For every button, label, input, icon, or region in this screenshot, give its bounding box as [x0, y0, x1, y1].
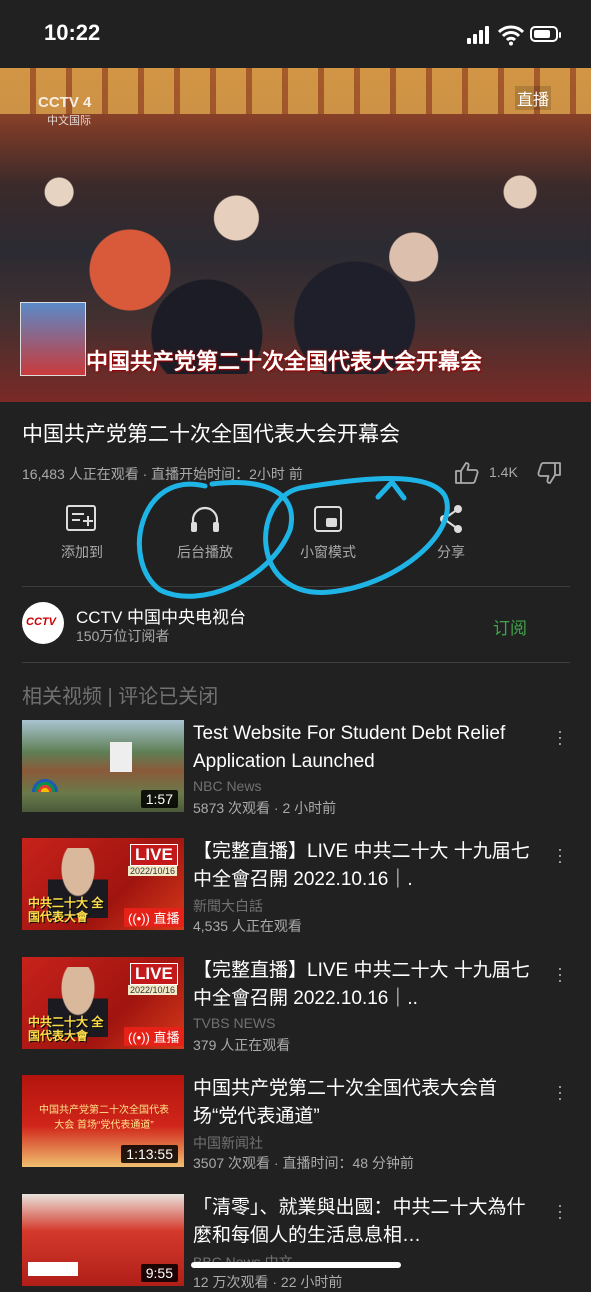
- video-meta: 16,483 人正在观看 · 直播开始时间：2小时 前: [22, 466, 303, 482]
- channel-name[interactable]: CCTV 中国中央电视台: [76, 603, 246, 628]
- channel-watermark-sub: 中文国际: [47, 115, 91, 127]
- add-to-button[interactable]: 添加到: [37, 504, 127, 562]
- related-video-channel: 中国新闻社: [193, 1135, 263, 1151]
- home-indicator[interactable]: [191, 1262, 401, 1268]
- divider: [22, 586, 570, 587]
- related-video-stats: 4,535 人正在观看: [193, 918, 302, 934]
- related-video-title[interactable]: Test Website For Student Debt Relief App…: [193, 720, 538, 776]
- more-options-icon[interactable]: · · ·: [555, 722, 565, 752]
- like-icon[interactable]: [454, 461, 480, 485]
- action-label: 分享: [437, 544, 465, 560]
- status-bar: 10:22: [0, 0, 591, 68]
- divider: [22, 662, 570, 663]
- channel-subscribers: 150万位订阅者: [76, 628, 170, 644]
- channel-watermark: CCTV 4: [38, 94, 92, 111]
- related-video-title[interactable]: 【完整直播】LIVE 中共二十大 十九届七中全會召開 2022.10.16｜..: [193, 957, 538, 1013]
- video-thumbnail[interactable]: LIVE 2022/10/16 中共二十大 全国代表大會 ((•)) 直播: [22, 957, 184, 1049]
- thumbnail-date: 2022/10/16: [128, 985, 178, 995]
- live-chip: ((•)) 直播: [124, 1027, 184, 1046]
- channel-avatar-text: CCTV: [26, 616, 56, 628]
- headphones-icon: [191, 506, 219, 532]
- more-options-icon[interactable]: · · ·: [555, 1077, 565, 1107]
- picture-in-picture-icon: [314, 506, 342, 532]
- related-video-stats: 379 人正在观看: [193, 1037, 291, 1053]
- dislike-icon[interactable]: [536, 461, 562, 485]
- live-badge: 直播: [515, 86, 552, 110]
- action-label: 后台播放: [177, 544, 233, 560]
- video-frame: [0, 114, 591, 374]
- video-thumbnail[interactable]: 中国共产党第二十次全国代表大会 首场“党代表通道” 1:13:55: [22, 1075, 184, 1167]
- related-header: 相关视频 | 评论已关闭: [22, 686, 219, 708]
- sign-language-inset: [20, 302, 86, 376]
- live-label: LIVE: [130, 844, 178, 866]
- subscribe-button[interactable]: 订阅: [493, 614, 527, 639]
- related-video-title[interactable]: 「清零」、就業與出國：中共二十大為什麼和每個人的生活息息相…: [193, 1194, 538, 1250]
- add-to-playlist-icon: [66, 505, 96, 531]
- more-options-icon[interactable]: · · ·: [555, 1196, 565, 1226]
- related-video-channel: NBC News: [193, 778, 262, 794]
- video-thumbnail[interactable]: LIVE 2022/10/16 中共二十大 全国代表大會 ((•)) 直播: [22, 838, 184, 930]
- related-video-item[interactable]: 中国共产党第二十次全国代表大会 首场“党代表通道” 1:13:55 中国共产党第…: [22, 1075, 570, 1171]
- related-video-item[interactable]: LIVE 2022/10/16 中共二十大 全国代表大會 ((•)) 直播 【完…: [22, 838, 570, 934]
- background-play-button[interactable]: 后台播放: [160, 504, 250, 562]
- related-video-item[interactable]: LIVE 2022/10/16 中共二十大 全国代表大會 ((•)) 直播 【完…: [22, 957, 570, 1053]
- share-icon: [440, 505, 462, 533]
- thumbnail-caption: 中国共产党第二十次全国代表大会 首场“党代表通道”: [39, 1105, 169, 1131]
- wifi-icon: [498, 25, 524, 46]
- related-video-stats: 5873 次观看 · 2 小时前: [193, 800, 337, 816]
- live-chip-label: 直播: [153, 911, 180, 926]
- live-chip-label: 直播: [153, 1030, 180, 1045]
- video-duration: 9:55: [140, 1264, 178, 1282]
- thumbnail-caption: 中共二十大 全国代表大會: [28, 896, 104, 924]
- video-duration: 1:57: [140, 790, 178, 808]
- related-video-stats: 3507 次观看 · 直播时间：48 分钟前: [193, 1155, 414, 1171]
- status-time: 10:22: [44, 20, 101, 45]
- video-duration: 1:13:55: [121, 1145, 178, 1163]
- thumbnail-date: 2022/10/16: [128, 866, 178, 876]
- action-label: 添加到: [61, 544, 103, 560]
- cellular-signal-icon: [467, 26, 491, 44]
- channel-avatar[interactable]: CCTV: [22, 602, 64, 644]
- video-thumbnail[interactable]: 9:55: [22, 1194, 184, 1286]
- more-options-icon[interactable]: · · ·: [555, 959, 565, 989]
- bbc-news-logo: [28, 1262, 78, 1276]
- related-video-channel: TVBS NEWS: [193, 1015, 276, 1031]
- more-options-icon[interactable]: · · ·: [555, 840, 565, 870]
- related-video-title[interactable]: 【完整直播】LIVE 中共二十大 十九届七中全會召開 2022.10.16｜.: [193, 838, 538, 894]
- video-thumbnail[interactable]: 1:57: [22, 720, 184, 812]
- live-chip: ((•)) 直播: [124, 908, 184, 927]
- live-label: LIVE: [130, 963, 178, 985]
- related-video-item[interactable]: 1:57 Test Website For Student Debt Relie…: [22, 720, 570, 816]
- nbc-peacock-logo: [30, 778, 60, 792]
- thumbnail-building: [110, 742, 132, 772]
- battery-icon: [530, 26, 561, 42]
- related-video-item[interactable]: 9:55 「清零」、就業與出國：中共二十大為什麼和每個人的生活息息相… BBC …: [22, 1194, 570, 1290]
- video-banner: 中国共产党第二十次全国代表大会开幕会: [86, 349, 483, 374]
- pip-mode-button[interactable]: 小窗模式: [283, 504, 373, 562]
- video-title[interactable]: 中国共产党第二十次全国代表大会开幕会: [22, 418, 400, 448]
- thumbnail-caption: 中共二十大 全国代表大會: [28, 1015, 104, 1043]
- related-video-channel: 新聞大白話: [193, 898, 263, 914]
- action-label: 小窗模式: [300, 544, 356, 560]
- share-button[interactable]: 分享: [406, 504, 496, 562]
- like-count: 1.4K: [489, 464, 518, 480]
- related-video-title[interactable]: 中国共产党第二十次全国代表大会首场“党代表通道”: [193, 1075, 538, 1131]
- related-video-stats: 12 万次观看 · 22 小时前: [193, 1274, 343, 1290]
